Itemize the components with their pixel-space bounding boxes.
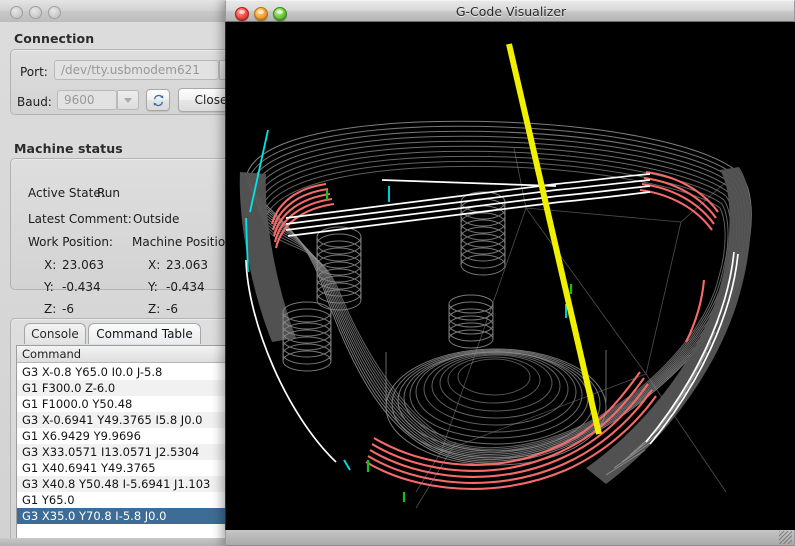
port-input[interactable]: /dev/tty.usbmodem621 <box>54 60 219 80</box>
visualizer-footer <box>225 530 795 546</box>
tab-console[interactable]: Console <box>24 323 86 344</box>
bg-close-button[interactable] <box>10 6 23 19</box>
machine-y-label: Y: <box>148 280 158 294</box>
work-y-value: -0.434 <box>62 280 101 294</box>
work-x-label: X: <box>44 258 57 272</box>
table-row[interactable]: G3 X33.0571 I13.0571 J2.5304 <box>17 444 237 460</box>
refresh-ports-button[interactable] <box>146 89 170 111</box>
command-table[interactable]: Command G3 X-0.8 Y65.0 I0.0 J-5.8 G1 F300… <box>16 345 238 546</box>
visualizer-titlebar[interactable]: G-Code Visualizer <box>225 0 795 22</box>
gcode-sender-body: Connection Port: /dev/tty.usbmodem621 Ba… <box>0 22 262 546</box>
background-window-bottom-edge <box>0 538 225 546</box>
work-z-label: Z: <box>44 302 57 316</box>
work-position-label: Work Position: <box>28 235 113 249</box>
table-row[interactable]: G1 X6.9429 Y9.9696 <box>17 428 237 444</box>
command-column-header[interactable]: Command <box>17 346 237 363</box>
connection-section-title: Connection <box>14 31 95 46</box>
active-state-value: Run <box>97 186 121 200</box>
toolpath-render <box>226 22 795 530</box>
machine-z-value: -6 <box>166 302 178 316</box>
gcode-sender-window: Connection Port: /dev/tty.usbmodem621 Ba… <box>0 0 262 546</box>
tab-command-table[interactable]: Command Table <box>88 323 201 344</box>
resize-grip[interactable] <box>779 531 792 544</box>
refresh-icon <box>153 94 163 106</box>
chevron-down-icon <box>124 97 132 103</box>
latest-comment-value: Outside <box>133 212 180 226</box>
table-row[interactable]: G3 X-0.6941 Y49.3765 I5.8 J0.0 <box>17 412 237 428</box>
work-y-label: Y: <box>44 280 54 294</box>
table-row[interactable]: G3 X35.0 Y70.8 I-5.8 J0.0 <box>17 508 237 524</box>
baud-label: Baud: <box>17 95 52 109</box>
machine-status-section-title: Machine status <box>14 141 123 156</box>
bg-zoom-button[interactable] <box>48 6 61 19</box>
machine-position-label: Machine Position <box>132 235 233 249</box>
active-state-label: Active State: <box>28 186 105 200</box>
screen: Connection Port: /dev/tty.usbmodem621 Ba… <box>0 0 795 546</box>
baud-dropdown-arrow[interactable] <box>117 90 139 110</box>
toolpath-canvas[interactable] <box>225 22 795 530</box>
latest-comment-label: Latest Comment: <box>28 212 132 226</box>
table-row[interactable]: G1 X40.6941 Y49.3765 <box>17 460 237 476</box>
machine-z-label: Z: <box>148 302 161 316</box>
port-label: Port: <box>20 65 48 79</box>
table-row[interactable]: G3 X-0.8 Y65.0 I0.0 J-5.8 <box>17 364 237 380</box>
background-window-titlebar[interactable] <box>0 0 248 23</box>
work-x-value: 23.063 <box>62 258 104 272</box>
table-row[interactable]: G1 Y65.0 <box>17 492 237 508</box>
machine-y-value: -0.434 <box>166 280 205 294</box>
baud-input[interactable]: 9600 <box>57 90 117 110</box>
visualizer-window-title: G-Code Visualizer <box>455 4 567 19</box>
table-row[interactable]: G3 X40.8 Y50.48 I-5.6941 J1.103 <box>17 476 237 492</box>
bg-minimize-button[interactable] <box>29 6 42 19</box>
machine-x-label: X: <box>148 258 161 272</box>
table-row[interactable]: G1 F1000.0 Y50.48 <box>17 396 237 412</box>
work-z-value: -6 <box>62 302 74 316</box>
machine-x-value: 23.063 <box>166 258 208 272</box>
table-row[interactable]: G1 F300.0 Z-6.0 <box>17 380 237 396</box>
gcode-visualizer-window: G-Code Visualizer <box>225 0 795 546</box>
